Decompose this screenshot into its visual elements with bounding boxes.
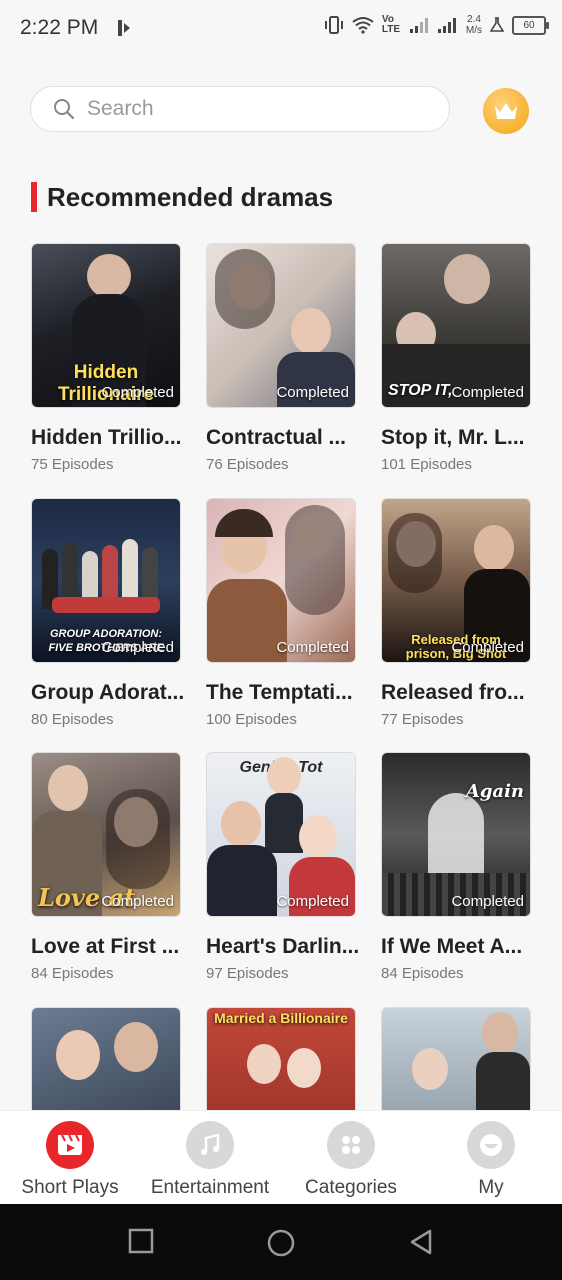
status-icons: Vo LTE 2.4 M/s 60 xyxy=(324,14,549,36)
network-type: Vo LTE xyxy=(381,14,401,35)
episode-count: 80 Episodes xyxy=(31,711,114,728)
back-icon[interactable] xyxy=(408,1228,436,1261)
completed-badge: Completed xyxy=(451,384,524,401)
drama-card[interactable]: STOP IT, Completed Stop it, Mr. L... 101… xyxy=(381,243,531,473)
section-accent-bar xyxy=(31,182,37,212)
completed-badge: Completed xyxy=(451,893,524,910)
drama-poster[interactable]: Completed xyxy=(206,243,356,408)
drama-title: The Temptati... xyxy=(206,681,353,704)
drama-title: Group Adorat... xyxy=(31,681,183,704)
vip-crown-button[interactable] xyxy=(483,88,529,134)
nav-label: Short Plays xyxy=(21,1177,119,1198)
drama-poster[interactable]: STOP IT, Completed xyxy=(381,243,531,408)
episode-count: 101 Episodes xyxy=(381,456,472,473)
episode-count: 76 Episodes xyxy=(206,456,289,473)
episode-count: 84 Episodes xyxy=(381,965,464,982)
nav-label: Entertainment xyxy=(150,1177,270,1198)
drama-poster[interactable]: GROUP ADORATION: FIVE BROTHERS ARE Compl… xyxy=(31,498,181,663)
nav-label: My xyxy=(478,1177,504,1198)
drama-card[interactable]: Genius Tot Completed Heart's Darlin... 9… xyxy=(206,752,358,982)
nav-label: Categories xyxy=(305,1177,397,1198)
episode-count: 100 Episodes xyxy=(206,711,297,728)
drama-poster[interactable]: Completed xyxy=(206,498,356,663)
poster-text: Again xyxy=(465,781,524,802)
completed-badge: Completed xyxy=(101,384,174,401)
drama-card[interactable]: GROUP ADORATION: FIVE BROTHERS ARE Compl… xyxy=(31,498,183,728)
status-time: 2:22 PM xyxy=(20,16,99,39)
drama-title: Contractual ... xyxy=(206,426,347,449)
episode-count: 75 Episodes xyxy=(31,456,114,473)
signal-icon xyxy=(409,18,428,33)
nav-short-plays[interactable]: Short Plays xyxy=(0,1121,140,1199)
network-speed: 2.4 M/s xyxy=(465,14,482,36)
completed-badge: Completed xyxy=(451,639,524,656)
completed-badge: Completed xyxy=(101,893,174,910)
grid-icon xyxy=(327,1121,375,1169)
episode-count: 77 Episodes xyxy=(381,711,464,728)
drama-card[interactable]: Completed Contractual ... 76 Episodes xyxy=(206,243,356,473)
flask-icon xyxy=(490,17,504,32)
drama-poster[interactable]: Hidden Trillionaire Completed xyxy=(31,243,181,408)
recent-apps-icon[interactable] xyxy=(128,1228,154,1259)
bottom-navigation: Short Plays Entertainment Categories My xyxy=(0,1110,562,1205)
completed-badge: Completed xyxy=(276,893,349,910)
drama-title: Heart's Darlin... xyxy=(206,935,358,958)
vibrate-icon xyxy=(324,16,343,34)
drama-poster[interactable]: Genius Tot Completed xyxy=(206,752,356,917)
wifi-icon xyxy=(352,17,374,34)
completed-badge: Completed xyxy=(276,384,349,401)
section-title: Recommended dramas xyxy=(47,181,334,212)
drama-title: Love at First ... xyxy=(31,935,180,958)
drama-poster[interactable]: Again Completed xyxy=(381,752,531,917)
signal-icon-2 xyxy=(437,18,456,33)
system-navigation-bar xyxy=(0,1204,562,1280)
drama-poster[interactable]: Released from prison, Big Shot Completed xyxy=(381,498,531,663)
notification-icon xyxy=(112,17,134,39)
search-icon xyxy=(54,99,75,120)
drama-card[interactable]: Completed The Temptati... 100 Episodes xyxy=(206,498,356,728)
nav-entertainment[interactable]: Entertainment xyxy=(140,1121,280,1199)
home-icon[interactable] xyxy=(266,1228,296,1263)
status-bar: 2:22 PM Vo LTE 2.4 M/s 60 xyxy=(0,0,562,58)
search-input[interactable] xyxy=(85,96,419,122)
section-header: Recommended dramas xyxy=(31,180,333,214)
film-icon xyxy=(46,1121,94,1169)
nav-categories[interactable]: Categories xyxy=(281,1121,421,1199)
drama-card[interactable]: Love at Completed Love at First ... 84 E… xyxy=(31,752,181,982)
completed-badge: Completed xyxy=(101,639,174,656)
drama-poster[interactable]: Love at Completed xyxy=(31,752,181,917)
profile-icon xyxy=(467,1121,515,1169)
drama-title: Released fro... xyxy=(381,681,525,704)
search-bar[interactable] xyxy=(30,86,450,132)
nav-my[interactable]: My xyxy=(421,1121,561,1199)
drama-card[interactable]: Released from prison, Big Shot Completed… xyxy=(381,498,531,728)
drama-title: If We Meet A... xyxy=(381,935,523,958)
drama-card[interactable]: Hidden Trillionaire Completed Hidden Tri… xyxy=(31,243,182,473)
episode-count: 97 Episodes xyxy=(206,965,289,982)
crown-icon xyxy=(495,103,517,119)
episode-count: 84 Episodes xyxy=(31,965,114,982)
completed-badge: Completed xyxy=(276,639,349,656)
poster-text: Married a Billionaire xyxy=(214,1010,348,1026)
drama-title: Stop it, Mr. L... xyxy=(381,426,525,449)
music-note-icon xyxy=(186,1121,234,1169)
battery-icon: 60 xyxy=(512,15,549,35)
drama-card[interactable]: Again Completed If We Meet A... 84 Episo… xyxy=(381,752,531,982)
drama-title: Hidden Trillio... xyxy=(31,426,182,449)
